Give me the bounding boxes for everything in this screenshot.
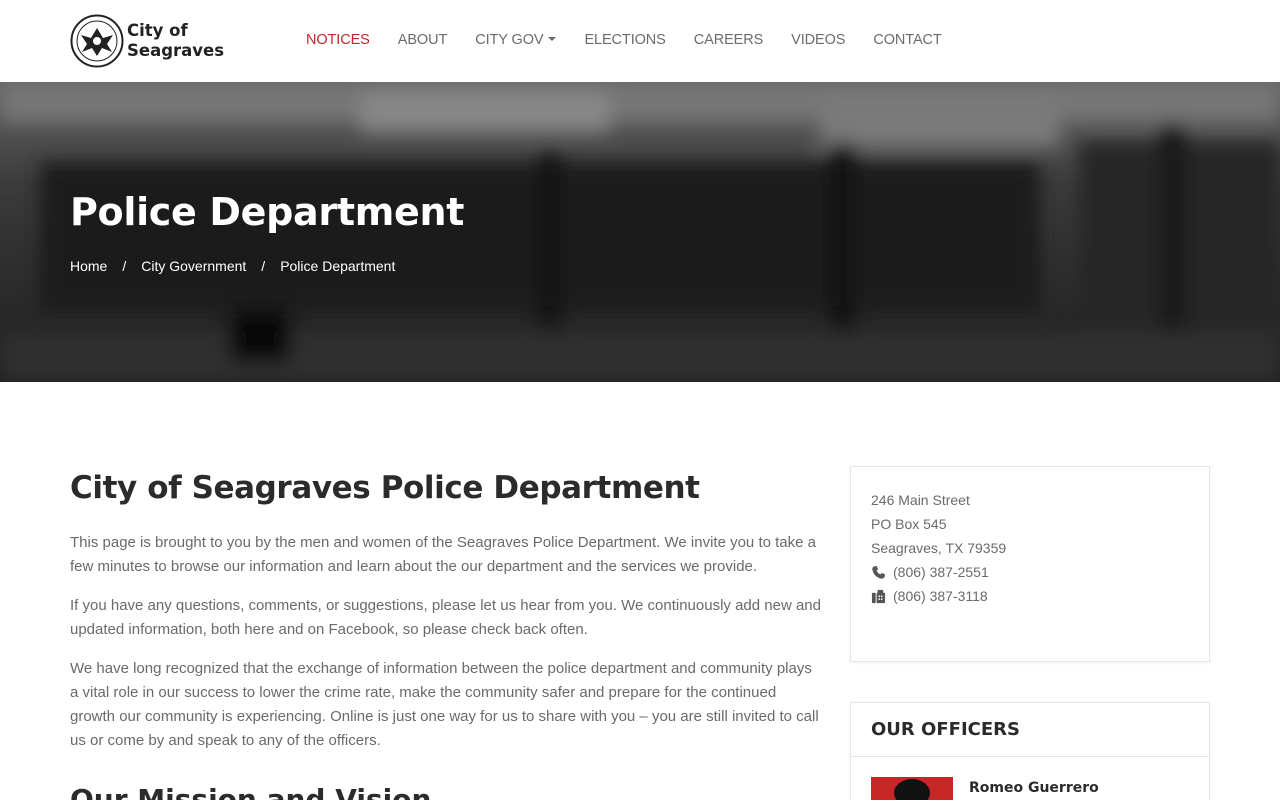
nav-about[interactable]: ABOUT <box>398 32 448 48</box>
officer-name[interactable]: Romeo Guerrero <box>969 780 1099 796</box>
fax-row: (806) 387-3118 <box>871 584 1189 608</box>
city-seal-logo <box>70 14 124 68</box>
breadcrumb-home[interactable]: Home <box>70 258 107 274</box>
breadcrumb-separator: / <box>122 258 127 274</box>
chevron-down-icon <box>548 37 557 42</box>
phone-row[interactable]: (806) 387-2551 <box>871 560 1189 584</box>
main-nav: NOTICES ABOUT CITY GOV ELECTIONS CAREERS… <box>306 32 970 48</box>
nav-notices[interactable]: NOTICES <box>306 32 370 48</box>
nav-careers[interactable]: CAREERS <box>694 32 764 48</box>
breadcrumb: Home / City Government / Police Departme… <box>70 258 395 274</box>
person-silhouette-icon <box>894 779 930 800</box>
page-title: Police Department <box>70 190 465 234</box>
site-name-line1: City of <box>127 21 188 40</box>
mission-vision-heading: Our Mission and Vision <box>70 783 432 800</box>
intro-paragraph: This page is brought to you by the men a… <box>70 534 816 575</box>
nav-city-gov-label: CITY GOV <box>475 32 544 48</box>
address-po-box: PO Box 545 <box>871 516 947 532</box>
content-title: City of Seagraves Police Department <box>70 470 700 506</box>
breadcrumb-city-government[interactable]: City Government <box>141 258 246 274</box>
nav-city-gov[interactable]: CITY GOV <box>475 32 557 48</box>
site-name: City of Seagraves <box>127 21 224 61</box>
main-content: City of Seagraves Police Department This… <box>70 466 822 800</box>
phone-icon <box>872 565 886 579</box>
breadcrumb-current: Police Department <box>280 258 396 274</box>
site-header: City of Seagraves NOTICES ABOUT CITY GOV… <box>0 0 1280 82</box>
contact-card: 246 Main Street PO Box 545 Seagraves, TX… <box>850 466 1210 662</box>
fax-icon <box>871 589 886 603</box>
officers-card: OUR OFFICERS Romeo Guerrero <box>850 702 1210 800</box>
address-street: 246 Main Street <box>871 492 970 508</box>
phone-number: (806) 387-2551 <box>893 564 989 580</box>
page-hero: Police Department Home / City Government… <box>0 82 1280 382</box>
community-paragraph: We have long recognized that the exchang… <box>70 660 819 749</box>
nav-elections[interactable]: ELECTIONS <box>584 32 665 48</box>
breadcrumb-separator: / <box>261 258 266 274</box>
nav-videos[interactable]: VIDEOS <box>791 32 845 48</box>
address-city: Seagraves, TX 79359 <box>871 540 1007 556</box>
fax-number: (806) 387-3118 <box>893 588 988 604</box>
site-name-line2: Seagraves <box>127 41 225 60</box>
officers-heading: OUR OFFICERS <box>851 703 1209 757</box>
officer-avatar[interactable] <box>871 777 953 800</box>
feedback-paragraph: If you have any questions, comments, or … <box>70 597 821 638</box>
site-logo[interactable]: City of Seagraves <box>70 14 224 68</box>
nav-contact[interactable]: CONTACT <box>873 32 941 48</box>
